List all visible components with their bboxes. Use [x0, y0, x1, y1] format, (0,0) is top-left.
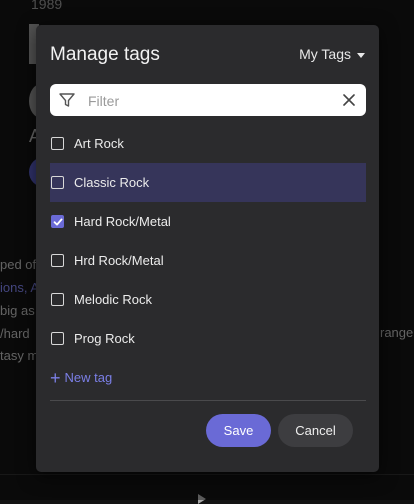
- checkbox[interactable]: [51, 176, 64, 189]
- plus-icon: +: [50, 367, 61, 388]
- tag-row[interactable]: Art Rock: [50, 124, 366, 163]
- clear-icon[interactable]: [343, 94, 355, 106]
- tag-label: Art Rock: [74, 136, 124, 151]
- new-tag-button[interactable]: + New tag: [50, 367, 113, 388]
- tag-label: Melodic Rock: [74, 292, 153, 307]
- filter-box: [50, 84, 366, 118]
- footer-divider: [50, 400, 366, 401]
- tag-row[interactable]: Classic Rock: [50, 163, 366, 202]
- checkbox[interactable]: [51, 137, 64, 150]
- checkbox[interactable]: [51, 332, 64, 345]
- my-tags-label: My Tags: [299, 46, 351, 62]
- tag-label: Prog Rock: [74, 331, 135, 346]
- tag-row[interactable]: Melodic Rock: [50, 280, 366, 319]
- tag-label: Classic Rock: [74, 175, 150, 190]
- save-button[interactable]: Save: [206, 414, 271, 447]
- filter-input[interactable]: [86, 84, 330, 118]
- check-icon: [53, 218, 62, 225]
- dialog-title: Manage tags: [50, 44, 160, 65]
- checkbox[interactable]: [51, 254, 64, 267]
- checkbox-checked[interactable]: [51, 215, 64, 228]
- tag-list: Art Rock Classic Rock Hard Rock/Metal Hrd R…: [50, 124, 366, 358]
- tag-label: Hard Rock/Metal: [74, 214, 171, 229]
- checkbox[interactable]: [51, 293, 64, 306]
- tag-row[interactable]: Hrd Rock/Metal: [50, 241, 366, 280]
- my-tags-dropdown[interactable]: My Tags: [299, 46, 365, 62]
- filter-icon: [59, 93, 75, 107]
- caret-down-icon: [357, 52, 365, 58]
- new-tag-label: New tag: [64, 370, 113, 385]
- cancel-button[interactable]: Cancel: [278, 414, 353, 447]
- tag-label: Hrd Rock/Metal: [74, 253, 164, 268]
- manage-tags-dialog: Manage tags My Tags Art Rock Classic Rock…: [36, 25, 379, 472]
- tag-row[interactable]: Hard Rock/Metal: [50, 202, 366, 241]
- tag-row[interactable]: Prog Rock: [50, 319, 366, 358]
